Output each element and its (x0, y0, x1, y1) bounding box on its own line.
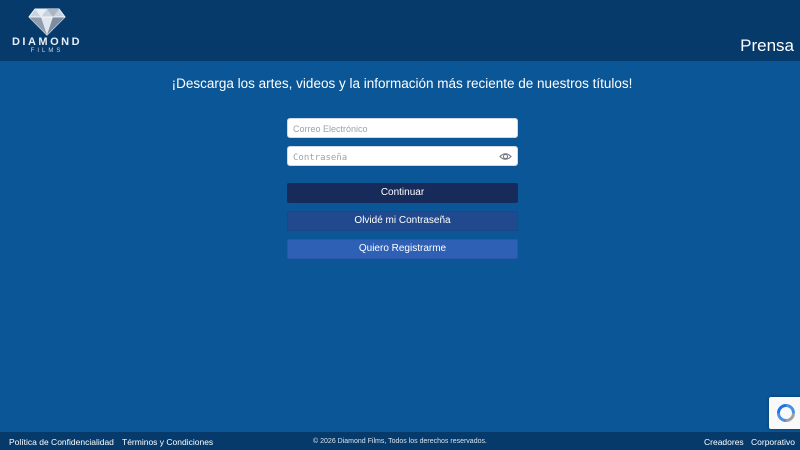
recaptcha-badge[interactable] (769, 397, 800, 429)
logo-wordmark: DIAMOND (11, 36, 83, 48)
creators-link[interactable]: Creadores (704, 437, 744, 447)
top-header: DIAMOND FILMS Prensa (0, 0, 800, 61)
password-field[interactable] (287, 146, 518, 167)
corporate-link[interactable]: Corporativo (751, 437, 795, 447)
diamond-films-logo[interactable]: DIAMOND FILMS (6, 6, 88, 56)
continue-button[interactable]: Continuar (287, 183, 518, 203)
eye-icon[interactable] (499, 150, 512, 163)
page-tagline: ¡Descarga los artes, videos y la informa… (171, 76, 633, 91)
page-section-title: Prensa (740, 36, 794, 55)
forgot-password-button[interactable]: Olvidé mi Contraseña (287, 211, 518, 231)
logo-subtitle: FILMS (30, 48, 64, 54)
page-footer: Política de Confidencialidad Términos y … (0, 432, 800, 450)
register-button[interactable]: Quiero Registrarme (287, 239, 518, 259)
copyright-text: © 2026 Diamond Films, Todos los derechos… (313, 438, 487, 445)
email-input[interactable] (288, 120, 498, 138)
recaptcha-icon (777, 404, 795, 422)
diamond-icon (28, 8, 66, 36)
email-field[interactable] (287, 118, 518, 138)
password-input[interactable] (288, 149, 498, 167)
